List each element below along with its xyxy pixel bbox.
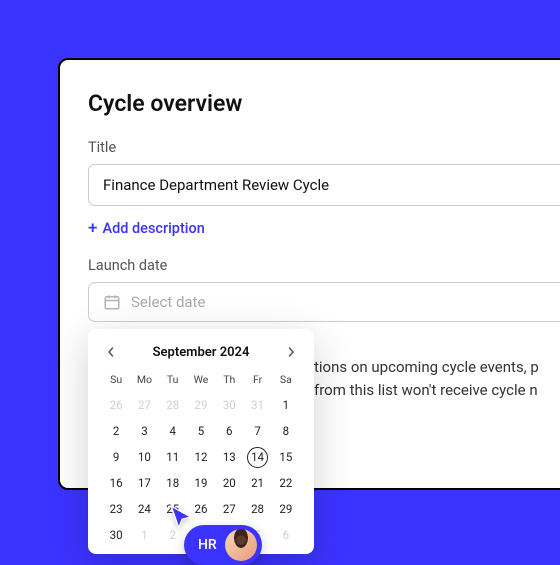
calendar-day[interactable]: 20 — [215, 470, 243, 496]
presence-pill-label: HR — [198, 537, 217, 553]
calendar-day[interactable]: 7 — [243, 418, 271, 444]
calendar-day[interactable]: 27 — [215, 496, 243, 522]
title-label: Title — [88, 139, 560, 156]
date-picker-popover: September 2024 SuMoTuWeThFrSa26272829303… — [88, 329, 314, 554]
calendar-day[interactable]: 4 — [159, 418, 187, 444]
calendar-day[interactable]: 10 — [130, 444, 158, 470]
calendar-day-muted: 28 — [159, 392, 187, 418]
calendar-day[interactable]: 1 — [272, 392, 300, 418]
calendar-grid: SuMoTuWeThFrSa26272829303112345678910111… — [102, 371, 300, 548]
plus-icon: + — [88, 220, 97, 237]
calendar-day[interactable]: 21 — [243, 470, 271, 496]
calendar-day[interactable]: 12 — [187, 444, 215, 470]
weekday-label: Sa — [272, 371, 300, 392]
calendar-day-muted: 6 — [272, 522, 300, 548]
calendar-day[interactable]: 16 — [102, 470, 130, 496]
calendar-day[interactable]: 17 — [130, 470, 158, 496]
calendar-day-muted: 29 — [187, 392, 215, 418]
avatar — [225, 529, 257, 561]
calendar-day[interactable]: 19 — [187, 470, 215, 496]
calendar-day-muted: 27 — [130, 392, 158, 418]
weekday-label: We — [187, 371, 215, 392]
calendar-day[interactable]: 28 — [243, 496, 271, 522]
add-description-button[interactable]: + Add description — [88, 220, 560, 237]
calendar-day[interactable]: 18 — [159, 470, 187, 496]
presence-pill[interactable]: HR — [184, 525, 262, 565]
calendar-day[interactable]: 29 — [272, 496, 300, 522]
weekday-label: Tu — [159, 371, 187, 392]
calendar-day[interactable]: 23 — [102, 496, 130, 522]
calendar-day[interactable]: 8 — [272, 418, 300, 444]
cursor-icon — [168, 504, 194, 530]
title-input[interactable] — [88, 164, 560, 206]
calendar-day-muted: 31 — [243, 392, 271, 418]
next-month-button[interactable] — [282, 343, 300, 361]
calendar-day[interactable]: 24 — [130, 496, 158, 522]
launch-date-input[interactable]: Select date — [88, 282, 560, 322]
calendar-day-muted: 1 — [130, 522, 158, 548]
add-description-label: Add description — [102, 220, 204, 237]
calendar-day[interactable]: 11 — [159, 444, 187, 470]
calendar-day-muted: 30 — [215, 392, 243, 418]
weekday-label: Fr — [243, 371, 271, 392]
chevron-right-icon — [286, 347, 296, 357]
date-placeholder: Select date — [131, 293, 205, 311]
weekday-label: Mo — [130, 371, 158, 392]
calendar-day[interactable]: 9 — [102, 444, 130, 470]
weekday-label: Th — [215, 371, 243, 392]
date-picker-header: September 2024 — [102, 343, 300, 361]
calendar-day[interactable]: 22 — [272, 470, 300, 496]
launch-date-label: Launch date — [88, 257, 560, 274]
calendar-icon — [103, 293, 121, 311]
calendar-day[interactable]: 13 — [215, 444, 243, 470]
cycle-overview-card: Cycle overview Title + Add description L… — [58, 58, 560, 490]
calendar-day[interactable]: 6 — [215, 418, 243, 444]
calendar-day[interactable]: 2 — [102, 418, 130, 444]
calendar-day[interactable]: 15 — [272, 444, 300, 470]
prev-month-button[interactable] — [102, 343, 120, 361]
calendar-day-muted: 26 — [102, 392, 130, 418]
date-field-wrap: Select date September 2024 SuMoTuWeThFrS… — [88, 282, 560, 322]
page-title: Cycle overview — [88, 90, 560, 117]
date-picker-month: September 2024 — [153, 345, 250, 360]
chevron-left-icon — [106, 347, 116, 357]
calendar-day[interactable]: 14 — [243, 444, 271, 470]
calendar-day[interactable]: 30 — [102, 522, 130, 548]
calendar-day[interactable]: 3 — [130, 418, 158, 444]
calendar-day[interactable]: 5 — [187, 418, 215, 444]
weekday-label: Su — [102, 371, 130, 392]
